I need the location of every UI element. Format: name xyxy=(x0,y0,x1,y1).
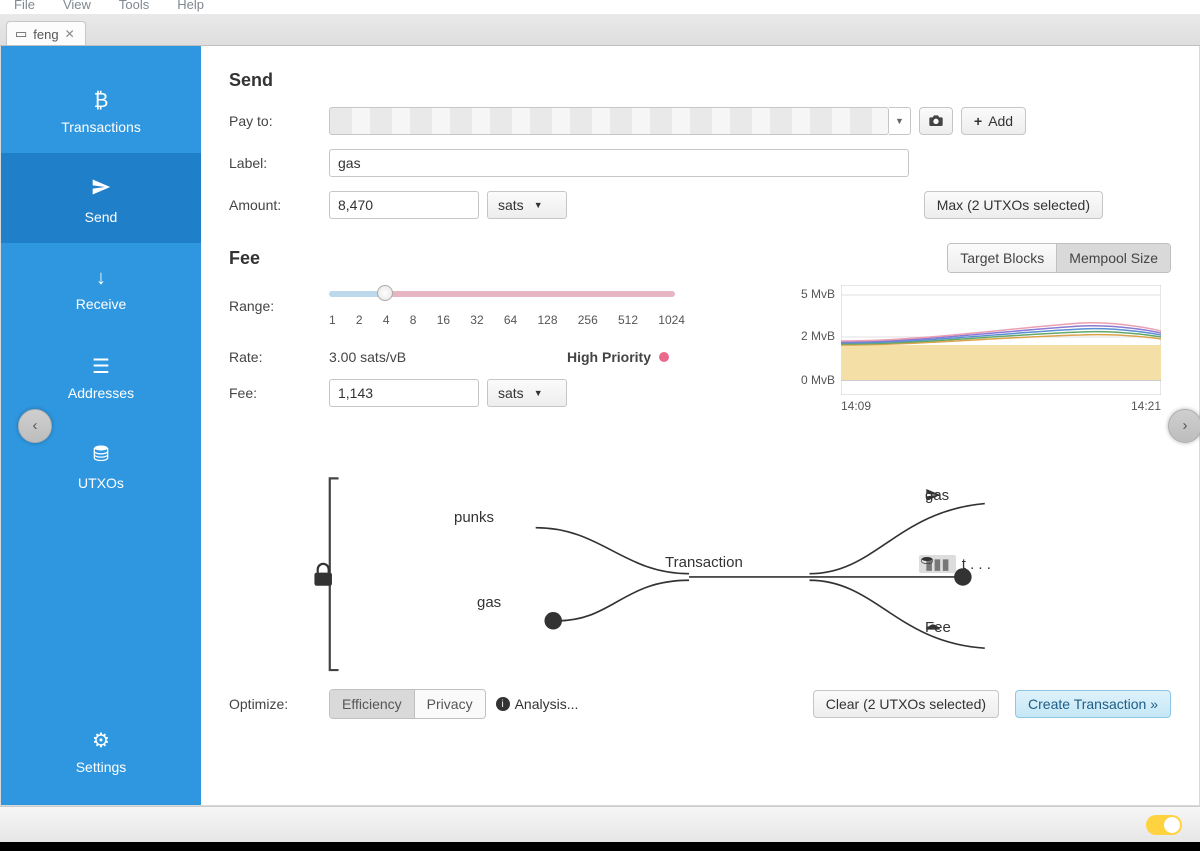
sidebar-item-transactions[interactable]: ₿ Transactions xyxy=(1,66,201,153)
menu-bar: File View Tools Help xyxy=(0,0,1200,14)
menu-view[interactable]: View xyxy=(63,0,91,12)
range-slider[interactable] xyxy=(329,285,675,297)
fee-input[interactable] xyxy=(329,379,479,407)
camera-icon xyxy=(928,113,944,130)
amount-input[interactable] xyxy=(329,191,479,219)
add-button[interactable]: + Add xyxy=(961,107,1026,135)
chevron-left-icon: ‹ xyxy=(33,417,38,434)
wallet-tab-name: feng xyxy=(33,27,58,42)
label-input[interactable] xyxy=(329,149,909,177)
output-change: ▮▮▮ t . . . xyxy=(919,555,991,573)
list-icon: ☰ xyxy=(1,354,201,379)
plus-icon: + xyxy=(974,113,982,129)
wallet-icon: ▭ xyxy=(15,26,27,42)
input-punks: punks xyxy=(454,509,494,526)
rate-label: Rate: xyxy=(229,349,329,365)
pay-to-label: Pay to: xyxy=(229,113,329,129)
menu-file[interactable]: File xyxy=(14,0,35,12)
status-bar xyxy=(0,806,1200,842)
amount-unit-select[interactable]: sats ▼ xyxy=(487,191,567,219)
gear-icon: ⚙ xyxy=(1,728,201,753)
fee-unit-select[interactable]: sats ▼ xyxy=(487,379,567,407)
range-label: Range: xyxy=(229,298,329,314)
collapse-right-button[interactable]: › xyxy=(1168,409,1200,443)
mempool-size-tab[interactable]: Mempool Size xyxy=(1056,244,1170,272)
main-content: Send Pay to: ▼ + Add Label: xyxy=(201,46,1199,805)
tx-diagram: punks gas Transaction gas ▮▮▮ t . . . Fe… xyxy=(229,451,1171,681)
range-ticks: 12481632641282565121024 xyxy=(329,313,685,327)
coins-icon xyxy=(1,443,201,469)
hand-icon xyxy=(925,619,941,631)
download-icon: ↓ xyxy=(1,267,201,290)
target-blocks-tab[interactable]: Target Blocks xyxy=(948,244,1056,272)
send-icon xyxy=(1,177,201,203)
address-dropdown[interactable]: ▼ xyxy=(889,107,911,135)
priority-dot-icon xyxy=(659,352,669,362)
amount-label: Amount: xyxy=(229,197,329,213)
sidebar-item-addresses[interactable]: ☰ Addresses xyxy=(1,330,201,419)
slider-thumb[interactable] xyxy=(377,285,393,301)
mempool-chart: 5 MvB 2 MvB 0 MvB 14:09 14:21 xyxy=(841,285,1161,395)
menu-tools[interactable]: Tools xyxy=(119,0,149,12)
close-icon[interactable]: ✕ xyxy=(65,27,75,41)
tab-bar: ▭ feng ✕ xyxy=(0,14,1200,46)
output-gas: gas xyxy=(925,487,949,504)
input-gas: gas xyxy=(477,594,501,611)
coins-icon xyxy=(919,555,935,571)
sidebar-item-receive[interactable]: ↓ Receive xyxy=(1,243,201,330)
sidebar-item-settings[interactable]: ⚙ Settings xyxy=(1,704,201,793)
chevron-right-icon: › xyxy=(1183,417,1188,434)
fee-label: Fee: xyxy=(229,385,329,401)
sidebar-item-send[interactable]: Send xyxy=(1,153,201,243)
bitcoin-icon: ₿ xyxy=(1,90,201,113)
chevron-down-icon: ▼ xyxy=(534,388,543,398)
app-frame: ₿ Transactions Send ↓ Receive ☰ Addresse… xyxy=(0,46,1200,806)
fee-view-segment: Target Blocks Mempool Size xyxy=(947,243,1171,273)
wallet-tab[interactable]: ▭ feng ✕ xyxy=(6,21,86,45)
label-label: Label: xyxy=(229,155,329,171)
priority-label: High Priority xyxy=(567,349,669,365)
tx-label: Transaction xyxy=(665,554,743,571)
fee-heading: Fee xyxy=(229,248,260,269)
send-icon xyxy=(925,487,941,503)
camera-button[interactable] xyxy=(919,107,953,135)
status-toggle[interactable] xyxy=(1146,815,1182,835)
menu-help[interactable]: Help xyxy=(177,0,204,12)
chevron-down-icon: ▼ xyxy=(534,200,543,210)
pay-to-input[interactable] xyxy=(329,107,889,135)
output-fee: Fee xyxy=(925,619,951,636)
collapse-left-button[interactable]: ‹ xyxy=(18,409,52,443)
rate-value: 3.00 sats/vB xyxy=(329,349,559,365)
max-button[interactable]: Max (2 UTXOs selected) xyxy=(924,191,1103,219)
send-heading: Send xyxy=(229,70,1171,91)
